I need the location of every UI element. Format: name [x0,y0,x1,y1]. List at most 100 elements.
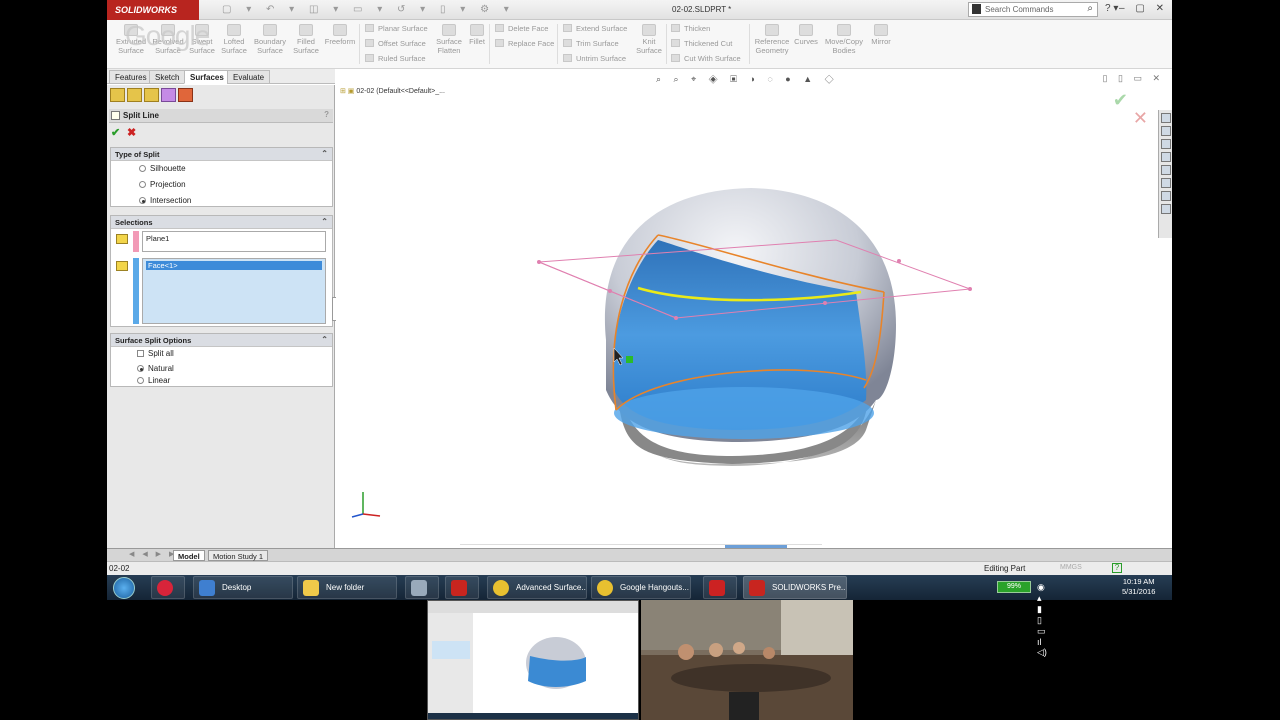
taskbar-desktop[interactable]: Desktop [193,576,293,599]
solidworks-logo[interactable]: SOLIDWORKS [107,0,199,20]
collapse-icon[interactable]: ⌃ [321,335,328,344]
tab-surfaces[interactable]: Surfaces [184,70,230,84]
face-selection-item[interactable]: Face<1> [146,261,322,270]
tab-evaluate[interactable]: Evaluate [227,70,271,84]
surface-split-options-header[interactable]: Surface Split Options ⌃ [111,334,332,347]
radio-intersection[interactable]: Intersection [139,196,191,205]
radio-natural[interactable]: Natural [137,364,174,373]
start-button[interactable] [113,577,135,599]
face-selection-icon [116,261,128,271]
selections-header[interactable]: Selections ⌃ [111,216,332,229]
help-icon[interactable]: ? [324,110,329,119]
trim-surface-button[interactable]: Trim Surface [563,39,619,48]
solidworks-taskbar-button[interactable] [445,576,479,599]
apps-taskbar-button[interactable] [703,576,737,599]
quick-access-toolbar[interactable]: ▢ ▾ ↶ ▾ ◫ ▾ ▭ ▾ ↺ ▾ ▯ ▾ ⚙ ▾ [222,4,515,15]
clock[interactable]: 10:19 AM 5/31/2016 [1122,577,1155,597]
forum-icon[interactable] [1161,204,1171,214]
taskbar-new-folder[interactable]: New folder [297,576,397,599]
property-manager-panel: Split Line ? ✔ ✖ Type of Split ⌃ Silhouet… [107,85,338,548]
dimxpert-icon[interactable] [161,88,176,102]
green-pick-marker [626,356,633,363]
helmet-model[interactable] [336,70,1036,540]
home-icon[interactable] [1161,113,1171,123]
ribbon-separator [749,24,750,64]
manager-tabs [110,88,195,104]
thicken-icon [671,24,680,32]
tab-motion-study[interactable]: Motion Study 1 [208,550,269,561]
extend-surface-button[interactable]: Extend Surface [563,24,627,33]
confirmation-cancel-icon[interactable]: ✕ [1133,108,1148,129]
knit-surface-button[interactable]: Knit Surface [634,24,664,55]
split-all-checkbox[interactable]: Split all [137,349,174,358]
view-palette-icon[interactable] [1161,165,1171,175]
filled-surface-button[interactable]: Filled Surface [291,24,321,55]
surface-flatten-button[interactable]: Surface Flatten [433,24,465,55]
tray-icons[interactable]: ◉ ▴ ▮ ▯ ▭ ıl ◁) [1037,582,1047,658]
type-of-split-header[interactable]: Type of Split ⌃ [111,148,332,161]
task-pane [1158,110,1172,238]
ruled-surface-button[interactable]: Ruled Surface [365,54,426,63]
hangout-camera-feed-thumbnail[interactable] [641,600,853,720]
search-icon[interactable]: ⌕ [1087,3,1093,14]
graphics-area[interactable]: ⊞ ▣ 02-02 (Default<<Default>_... ⌕ ⌕ ⌖ ◈… [336,70,1172,549]
appearances-icon[interactable] [1161,178,1171,188]
plane-selection-box[interactable]: Plane1 [142,231,326,252]
mirror-button[interactable]: Mirror [869,24,893,47]
calculator-taskbar-button[interactable] [405,576,439,599]
display-manager-icon[interactable] [178,88,193,102]
hangout-screen-share-thumbnail[interactable] [427,600,639,720]
tab-nav-arrows[interactable]: ◀ ◀ ▶ ▶ [129,550,177,558]
feature-tree-icon[interactable] [110,88,125,102]
boundary-surface-button[interactable]: Boundary Surface [251,24,289,55]
radio-linear[interactable]: Linear [137,376,170,385]
blue-indicator [133,258,139,324]
cancel-x-icon[interactable]: ✖ [127,126,136,139]
help-icon[interactable]: ? [1112,563,1122,573]
thickened-cut-button[interactable]: Thickened Cut [671,39,732,48]
resources-icon[interactable] [1161,126,1171,136]
search-commands-input[interactable]: Search Commands ⌕ [968,2,1098,17]
taskbar-advanced-surface[interactable]: Advanced Surface... [487,576,587,599]
move-copy-bodies-button[interactable]: Move/Copy Bodies [821,24,867,55]
file-explorer-icon[interactable] [1161,152,1171,162]
reference-geometry-button[interactable]: Reference Geometry [753,24,791,55]
tab-features[interactable]: Features [109,70,153,84]
mirror-icon [874,24,888,36]
taskbar-google-hangouts[interactable]: Google Hangouts... [591,576,691,599]
help-icon[interactable]: ? ▾ [1105,3,1118,14]
property-manager-icon[interactable] [127,88,142,102]
collapse-icon[interactable]: ⌃ [321,149,328,158]
custom-properties-icon[interactable] [1161,191,1171,201]
delete-face-button[interactable]: Delete Face [495,24,548,33]
fillet-icon [470,24,484,36]
cut-with-surface-button[interactable]: Cut With Surface [671,54,741,63]
face-selection-box[interactable]: Face<1> [142,258,326,324]
untrim-surface-button[interactable]: Untrim Surface [563,54,626,63]
solidworks-icon [749,580,765,596]
ok-check-icon[interactable]: ✔ [111,126,120,139]
thicken-button[interactable]: Thicken [671,24,710,33]
status-units[interactable]: MMGS [1060,564,1082,571]
tab-sketch[interactable]: Sketch [149,70,186,84]
viewport-window-controls[interactable]: ▯ ▯ ▭ ✕ [1103,73,1164,84]
taskbar-solidworks-premium[interactable]: SOLIDWORKS Pre... [743,576,847,599]
replace-face-button[interactable]: Replace Face [495,39,554,48]
planar-surface-button[interactable]: Planar Surface [365,24,428,33]
lofted-surface-button[interactable]: Lofted Surface [219,24,249,55]
fillet-button[interactable]: Fillet [467,24,487,47]
design-library-icon[interactable] [1161,139,1171,149]
itunes-taskbar-button[interactable] [151,576,185,599]
confirmation-ok-icon[interactable]: ✔ [1113,90,1128,111]
radio-silhouette[interactable]: Silhouette [139,164,186,173]
tab-model[interactable]: Model [173,550,205,561]
curves-button[interactable]: Curves [793,24,819,47]
battery-indicator[interactable]: 99% [997,581,1031,593]
configuration-manager-icon[interactable] [144,88,159,102]
radio-projection[interactable]: Projection [139,180,186,189]
offset-surface-button[interactable]: Offset Surface [365,39,426,48]
freeform-button[interactable]: Freeform [323,24,357,47]
window-controls[interactable]: – ▢ ✕ [1119,3,1168,14]
trim-surface-icon [563,39,572,47]
collapse-icon[interactable]: ⌃ [321,217,328,226]
